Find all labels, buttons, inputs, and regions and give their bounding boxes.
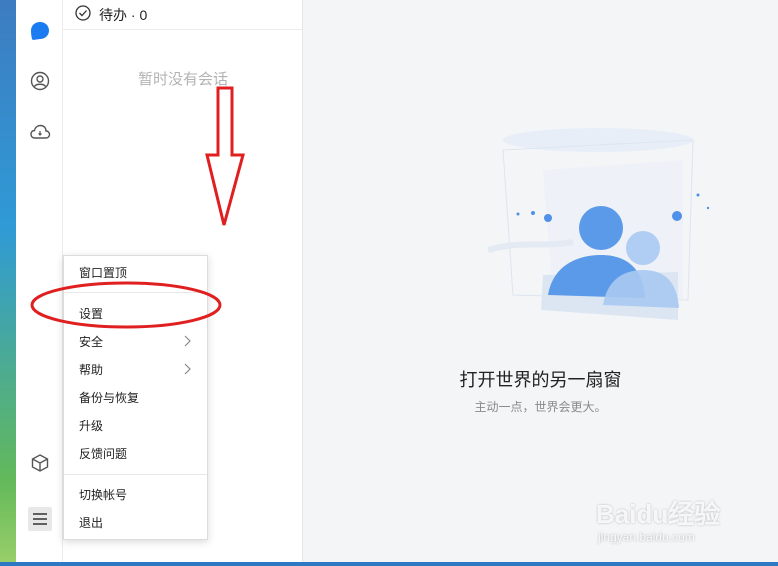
- empty-session-text: 暂时没有会话: [137, 71, 228, 88]
- todo-label: 待办 · 0: [99, 6, 148, 23]
- chat-icon[interactable]: [28, 19, 52, 43]
- contacts-icon[interactable]: [28, 69, 52, 93]
- watermark-url: jingyan.baidu.com: [598, 530, 695, 544]
- menu-item-label: 窗口置顶: [79, 265, 128, 280]
- menu-item-feedback[interactable]: 反馈问题: [64, 441, 207, 465]
- menu-divider: [64, 474, 207, 475]
- settings-menu: 窗口置顶 设置 安全 帮助 备份与恢复 升级 反馈问题 切换帐号 退出: [63, 255, 208, 540]
- menu-item-pin-window[interactable]: 窗口置顶: [64, 260, 207, 284]
- menu-item-security[interactable]: 安全: [64, 329, 207, 353]
- cloud-icon[interactable]: [28, 120, 52, 144]
- menu-divider: [64, 292, 207, 293]
- watermark-logo: Baidu经验: [596, 499, 721, 529]
- menu-item-backup[interactable]: 备份与恢复: [64, 385, 207, 409]
- menu-icon[interactable]: [28, 507, 52, 531]
- main-panel: 打开世界的另一扇窗 主动一点，世界会更大。: [303, 0, 778, 562]
- menu-item-label: 退出: [79, 515, 104, 530]
- menu-item-label: 切换帐号: [79, 487, 128, 502]
- taskbar-edge: [0, 562, 778, 566]
- menu-item-label: 设置: [79, 306, 104, 321]
- menu-item-quit[interactable]: 退出: [64, 510, 207, 534]
- menu-item-label: 反馈问题: [79, 446, 128, 461]
- menu-item-label: 升级: [79, 418, 104, 433]
- menu-item-settings[interactable]: 设置: [64, 301, 207, 325]
- chevron-right-icon: [184, 335, 191, 347]
- menu-item-label: 安全: [79, 334, 104, 349]
- menu-item-switch-account[interactable]: 切换帐号: [64, 482, 207, 506]
- welcome-subtitle: 主动一点，世界会更大。: [474, 400, 607, 414]
- people-illustration-icon: [487, 128, 710, 320]
- menu-item-label: 帮助: [79, 362, 104, 377]
- menu-item-label: 备份与恢复: [79, 390, 140, 405]
- app-box-icon[interactable]: [28, 451, 52, 475]
- todo-bar[interactable]: 待办 · 0: [63, 0, 302, 30]
- welcome-title: 打开世界的另一扇窗: [459, 370, 622, 390]
- left-nav-rail: [16, 0, 63, 562]
- menu-item-upgrade[interactable]: 升级: [64, 413, 207, 437]
- menu-item-help[interactable]: 帮助: [64, 357, 207, 381]
- desktop-background: [0, 0, 16, 566]
- check-circle-icon: [75, 5, 91, 24]
- chevron-right-icon: [184, 363, 191, 375]
